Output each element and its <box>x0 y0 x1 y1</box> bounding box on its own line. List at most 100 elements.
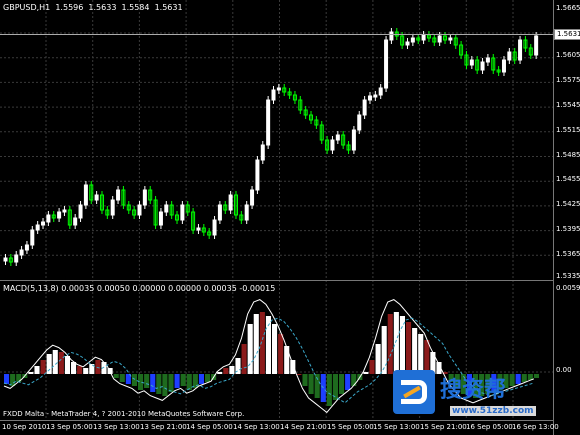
chart-canvas[interactable] <box>0 0 580 435</box>
current-price-tag: 1.5631 <box>554 29 580 40</box>
macd-histogram-bar <box>375 344 381 374</box>
candle-body <box>228 194 233 211</box>
macd-header: MACD(5,13,8) 0.00035 0.00050 0.00000 0.0… <box>3 284 276 293</box>
candle-body <box>78 204 83 219</box>
time-tick: 14 Sep 05:00 <box>186 423 233 431</box>
price-tick: 1.5455 <box>556 175 580 183</box>
candle-body <box>276 87 281 91</box>
candle-body <box>410 37 415 43</box>
price-tick: 1.5575 <box>556 76 580 84</box>
macd-histogram-bar <box>144 374 150 388</box>
price-tick: 1.5545 <box>556 101 580 109</box>
macd-histogram-bar <box>162 374 168 396</box>
macd-histogram-bar <box>28 372 34 374</box>
candle-body <box>83 184 88 206</box>
macd-histogram-bar <box>180 374 186 386</box>
macd-histogram-bar <box>369 360 375 374</box>
macd-histogram-bar <box>58 352 64 374</box>
macd-histogram-bar <box>284 346 290 374</box>
macd-histogram-bar <box>198 374 204 384</box>
time-tick: 16 Sep 05:00 <box>466 423 513 431</box>
price-tick: 1.5485 <box>556 151 580 159</box>
time-tick: 15 Sep 05:00 <box>327 423 374 431</box>
candle-body <box>62 209 67 213</box>
macd-histogram-bar <box>247 324 253 374</box>
time-tick: 14 Sep 21:00 <box>280 423 327 431</box>
candle-body <box>244 204 249 221</box>
price-tick: 1.5515 <box>556 126 580 134</box>
macd-histogram-bar <box>229 366 235 374</box>
candle-body <box>46 214 51 223</box>
candle-body <box>378 87 383 96</box>
macd-histogram-bar <box>533 374 539 378</box>
price-tick: 1.5365 <box>556 250 580 258</box>
macd-histogram-bar <box>418 334 424 374</box>
candle-body <box>351 129 356 151</box>
candle-body <box>335 134 340 141</box>
macd-histogram-bar <box>412 328 418 374</box>
candle-body <box>110 199 115 216</box>
candle-body <box>266 99 271 146</box>
macd-histogram-bar <box>113 374 119 378</box>
candle-body <box>19 249 24 256</box>
macd-histogram-bar <box>339 374 345 394</box>
candle-body <box>485 57 490 63</box>
macd-histogram-bar <box>186 374 192 390</box>
candle-body <box>73 217 78 226</box>
macd-histogram-bar <box>393 312 399 374</box>
macd-histogram-bar <box>509 374 515 386</box>
macd-histogram-bar <box>241 344 247 374</box>
macd-tick: 0.00 <box>556 366 572 374</box>
macd-histogram-bar <box>83 368 89 374</box>
macd-histogram-bar <box>253 314 259 374</box>
candle-body <box>24 244 29 251</box>
macd-histogram-bar <box>381 326 387 374</box>
candle-body <box>362 99 367 116</box>
candle-body <box>405 41 410 46</box>
candle-body <box>384 39 389 89</box>
watermark-url: www.51zzb.com <box>450 406 536 416</box>
macd-histogram-bar <box>174 374 180 388</box>
candle-body <box>469 59 474 66</box>
candle-body <box>271 89 276 101</box>
candle-body <box>330 139 335 151</box>
candle-body <box>534 35 539 56</box>
macd-histogram-bar <box>40 360 46 374</box>
footer-copyright: FXDD Malta - MetaTrader 4, ? 2001-2010 M… <box>3 410 245 418</box>
macd-histogram-bar <box>168 374 174 392</box>
macd-histogram-bar <box>363 372 369 374</box>
macd-histogram-bar <box>156 374 162 394</box>
time-tick: 13 Sep 21:00 <box>140 423 187 431</box>
macd-histogram-bar <box>387 314 393 374</box>
macd-histogram-bar <box>46 354 52 374</box>
macd-histogram-bar <box>308 374 314 394</box>
candle-body <box>180 204 185 221</box>
candle-body <box>250 189 255 206</box>
candle-body <box>212 219 217 236</box>
time-tick: 13 Sep 05:00 <box>46 423 93 431</box>
candle-body <box>57 211 62 219</box>
macd-histogram-bar <box>223 368 229 374</box>
time-tick: 15 Sep 13:00 <box>373 423 420 431</box>
macd-histogram-bar <box>64 356 70 374</box>
macd-histogram-bar <box>119 374 125 382</box>
candle-body <box>357 114 362 131</box>
candle-body <box>448 37 453 41</box>
candle-body <box>421 34 426 41</box>
macd-histogram-bar <box>259 312 265 374</box>
candle-body <box>367 95 372 101</box>
candle-body <box>137 204 142 216</box>
macd-histogram-bar <box>521 374 527 382</box>
macd-histogram-bar <box>326 374 332 406</box>
chart-window[interactable]: GBPUSD,H1 1.5596 1.5633 1.5584 1.5631 MA… <box>0 0 580 435</box>
candle-body <box>373 94 378 98</box>
macd-histogram-bar <box>424 340 430 374</box>
candle-body <box>518 39 523 61</box>
macd-histogram-bar <box>302 374 308 386</box>
macd-histogram-bar <box>71 362 77 374</box>
candle-body <box>94 194 99 201</box>
candle-body <box>260 144 265 161</box>
macd-histogram-bar <box>217 372 223 374</box>
candle-body <box>255 159 260 191</box>
watermark-logo-icon <box>393 370 435 414</box>
